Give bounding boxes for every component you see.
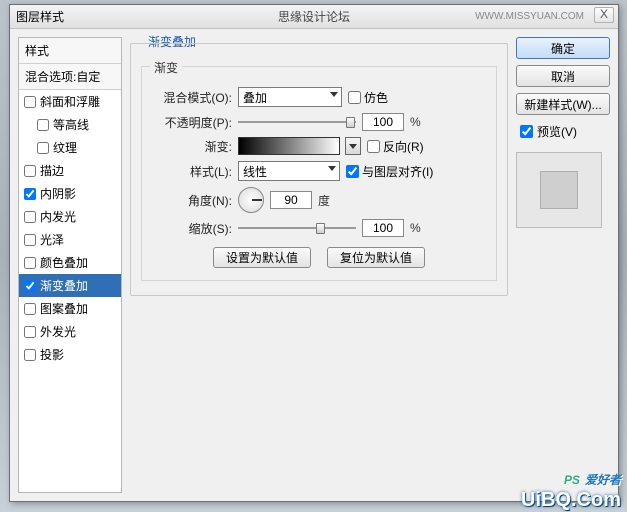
style-item-3[interactable]: 描边 [19, 159, 121, 182]
layer-style-dialog: 图层样式 思缘设计论坛 WWW.MISSYUAN.COM X 样式 混合选项:自… [9, 4, 619, 502]
style-item-5[interactable]: 内发光 [19, 205, 121, 228]
group-title: 渐变 [150, 59, 182, 76]
preview-checkbox[interactable]: 预览(V) [516, 123, 610, 140]
style-item-6[interactable]: 光泽 [19, 228, 121, 251]
style-label: 图案叠加 [40, 300, 88, 317]
style-item-1[interactable]: 等高线 [19, 113, 121, 136]
chevron-down-icon [328, 166, 336, 171]
style-item-0[interactable]: 斜面和浮雕 [19, 90, 121, 113]
brand-url: WWW.MISSYUAN.COM [475, 11, 584, 22]
style-checkbox[interactable] [24, 165, 36, 177]
style-item-8[interactable]: 渐变叠加 [19, 274, 121, 297]
style-checkbox[interactable] [24, 280, 36, 292]
styles-header[interactable]: 样式 [19, 38, 121, 64]
style-label: 内发光 [40, 208, 76, 225]
scale-label: 缩放(S): [154, 220, 232, 237]
scale-value[interactable]: 100 [362, 219, 404, 237]
opacity-slider[interactable] [238, 115, 356, 129]
angle-value[interactable]: 90 [270, 191, 312, 209]
style-item-2[interactable]: 纹理 [19, 136, 121, 159]
styles-list: 样式 混合选项:自定 斜面和浮雕等高线纹理描边内阴影内发光光泽颜色叠加渐变叠加图… [18, 37, 122, 493]
set-default-button[interactable]: 设置为默认值 [213, 247, 311, 268]
degree-unit: 度 [318, 192, 330, 209]
settings-panel: 渐变叠加 渐变 混合模式(O): 叠加 仿色 [130, 37, 508, 493]
style-label: 颜色叠加 [40, 254, 88, 271]
style-label: 外发光 [40, 323, 76, 340]
style-checkbox[interactable] [24, 326, 36, 338]
style-item-7[interactable]: 颜色叠加 [19, 251, 121, 274]
gradient-dropdown[interactable] [345, 137, 361, 155]
style-checkbox[interactable] [37, 119, 49, 131]
dither-input[interactable] [348, 91, 361, 104]
style-label: 斜面和浮雕 [40, 93, 100, 110]
reverse-input[interactable] [367, 140, 380, 153]
style-combo[interactable]: 线性 [238, 161, 340, 181]
style-checkbox[interactable] [24, 349, 36, 361]
style-label: 渐变叠加 [40, 277, 88, 294]
ok-button[interactable]: 确定 [516, 37, 610, 59]
preview-label: 预览(V) [537, 123, 577, 140]
style-label: 内阴影 [40, 185, 76, 202]
style-checkbox[interactable] [24, 188, 36, 200]
opacity-value[interactable]: 100 [362, 113, 404, 131]
reverse-checkbox[interactable]: 反向(R) [367, 138, 424, 155]
style-label: 样式(L): [154, 163, 232, 180]
reset-default-button[interactable]: 复位为默认值 [327, 247, 425, 268]
style-checkbox[interactable] [24, 211, 36, 223]
blending-options[interactable]: 混合选项:自定 [19, 64, 121, 90]
align-checkbox[interactable]: 与图层对齐(I) [346, 163, 433, 180]
style-label: 描边 [40, 162, 64, 179]
blend-mode-combo[interactable]: 叠加 [238, 87, 342, 107]
brand-text: 思缘设计论坛 [278, 8, 350, 25]
chevron-down-icon [330, 92, 338, 97]
preview-input[interactable] [520, 125, 533, 138]
blend-mode-value: 叠加 [243, 89, 267, 106]
dialog-title: 图层样式 [16, 8, 64, 25]
cancel-button[interactable]: 取消 [516, 65, 610, 87]
angle-dial[interactable] [238, 187, 264, 213]
blend-mode-label: 混合模式(O): [154, 89, 232, 106]
style-label: 等高线 [53, 116, 89, 133]
style-label: 投影 [40, 346, 64, 363]
opacity-label: 不透明度(P): [154, 114, 232, 131]
style-checkbox[interactable] [24, 96, 36, 108]
align-input[interactable] [346, 165, 359, 178]
style-item-10[interactable]: 外发光 [19, 320, 121, 343]
style-value: 线性 [243, 163, 267, 180]
preview-swatch [540, 171, 578, 209]
preview-box [516, 152, 602, 228]
angle-label: 角度(N): [154, 192, 232, 209]
right-panel: 确定 取消 新建样式(W)... 预览(V) [516, 37, 610, 493]
dither-checkbox[interactable]: 仿色 [348, 89, 388, 106]
titlebar: 图层样式 思缘设计论坛 WWW.MISSYUAN.COM X [10, 5, 618, 29]
style-label: 光泽 [40, 231, 64, 248]
scale-slider[interactable] [238, 221, 356, 235]
style-item-11[interactable]: 投影 [19, 343, 121, 366]
gradient-preview[interactable] [238, 137, 340, 155]
style-label: 纹理 [53, 139, 77, 156]
style-item-4[interactable]: 内阴影 [19, 182, 121, 205]
reverse-label: 反向(R) [383, 138, 424, 155]
percent-unit: % [410, 221, 421, 235]
dither-label: 仿色 [364, 89, 388, 106]
style-item-9[interactable]: 图案叠加 [19, 297, 121, 320]
new-style-button[interactable]: 新建样式(W)... [516, 93, 610, 115]
style-checkbox[interactable] [24, 234, 36, 246]
style-checkbox[interactable] [24, 303, 36, 315]
align-label: 与图层对齐(I) [362, 163, 433, 180]
gradient-label: 渐变: [154, 138, 232, 155]
style-checkbox[interactable] [24, 257, 36, 269]
close-button[interactable]: X [594, 7, 614, 23]
percent-unit: % [410, 115, 421, 129]
style-checkbox[interactable] [37, 142, 49, 154]
